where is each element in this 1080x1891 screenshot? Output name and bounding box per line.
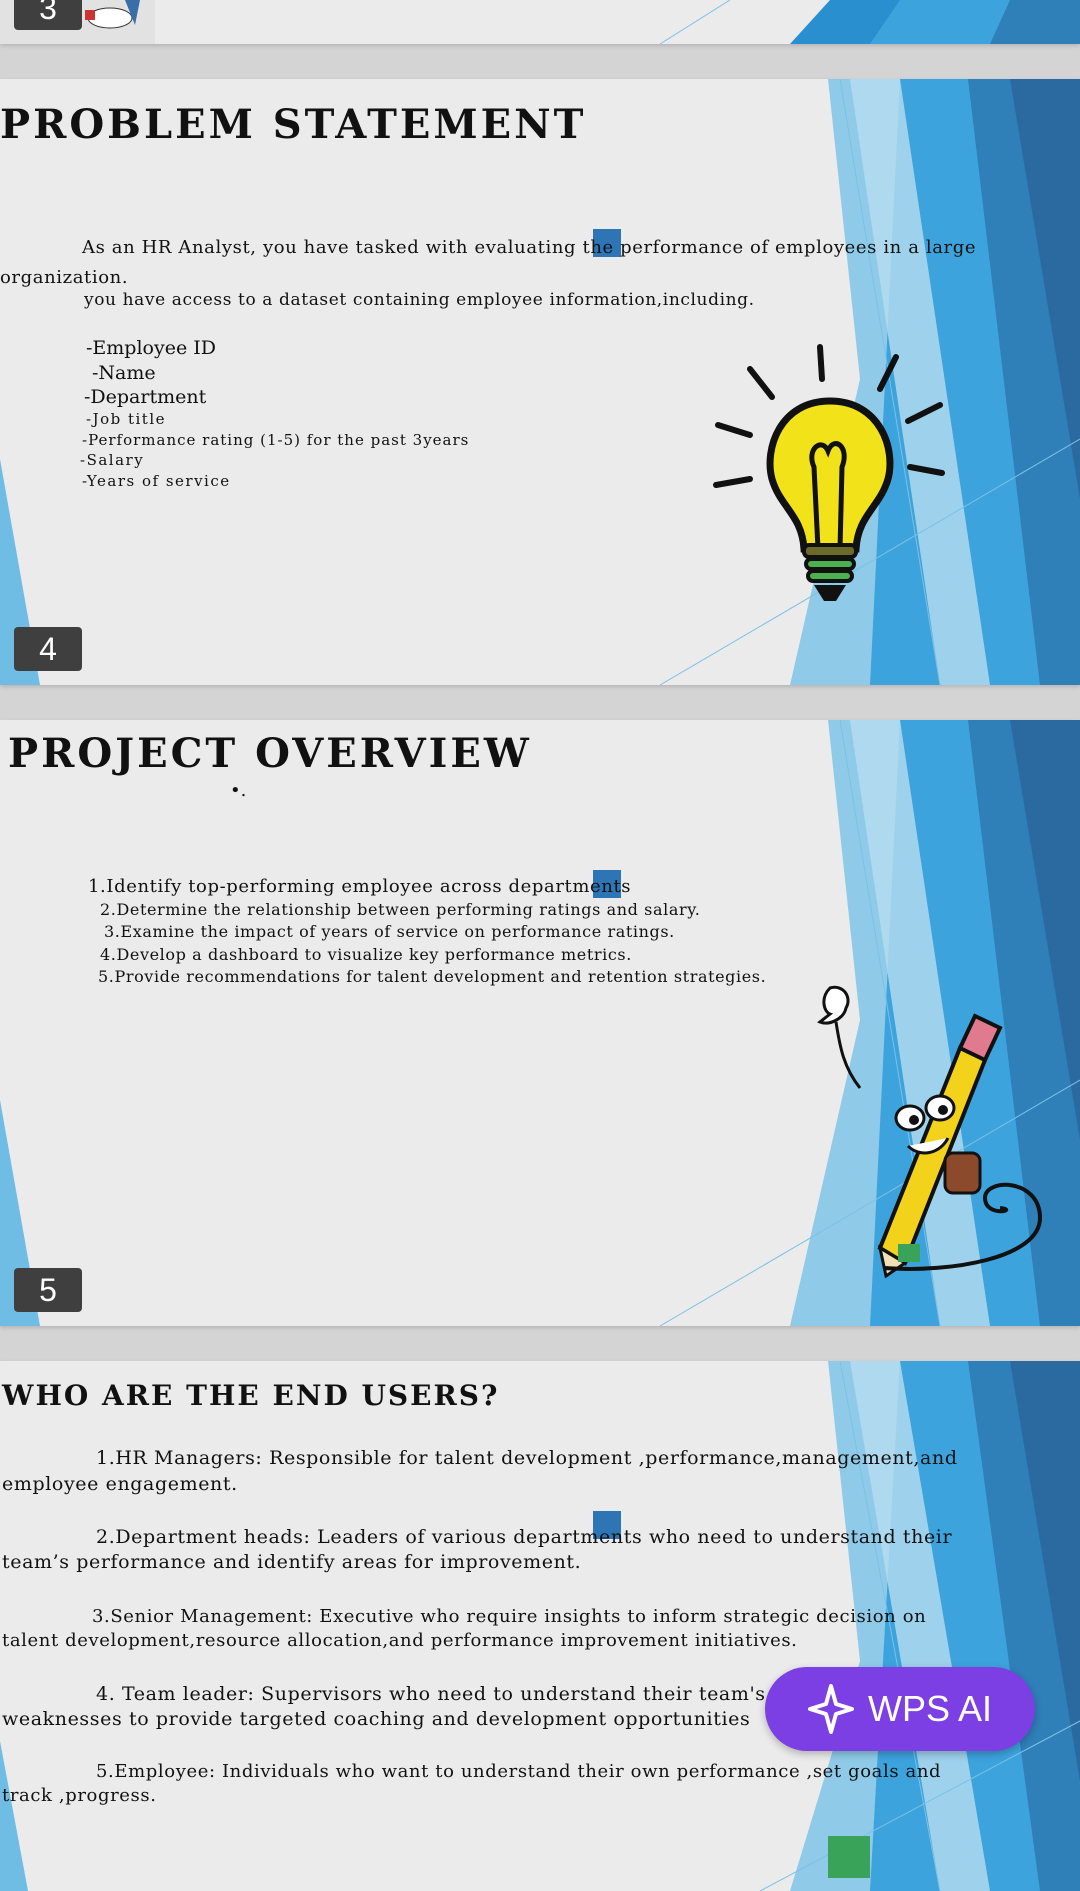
list-item: talent development,resource allocation,a… bbox=[2, 1630, 798, 1651]
list-item: employee engagement. bbox=[2, 1473, 238, 1495]
slide-number-badge: 4 bbox=[14, 627, 82, 671]
list-item: -Years of service bbox=[82, 472, 231, 490]
slide-title: PROBLEM STATEMENT bbox=[0, 101, 587, 148]
list-item: 1.Identify top-performing employee acros… bbox=[88, 876, 632, 897]
slide-title: PROJECT OVERVIEW bbox=[8, 730, 532, 777]
list-item: 3.Examine the impact of years of service… bbox=[104, 922, 675, 941]
slide-3-background-decoration bbox=[0, 0, 1080, 44]
slide-5[interactable]: PROJECT OVERVIEW •. 1.Identify top-perfo… bbox=[0, 720, 1080, 1326]
list-item: -Name bbox=[92, 362, 156, 384]
bullet-marker: •. bbox=[230, 780, 247, 801]
list-item: 5.Provide recommendations for talent dev… bbox=[98, 967, 767, 986]
body-text-line: you have access to a dataset containing … bbox=[84, 290, 755, 310]
slide-number-badge: 5 bbox=[14, 1268, 82, 1312]
slide-3[interactable]: 3 bbox=[0, 0, 1080, 44]
slide-title: WHO ARE THE END USERS? bbox=[2, 1379, 500, 1412]
wps-ai-label: WPS AI bbox=[867, 1688, 993, 1729]
slide-number-badge: 3 bbox=[14, 0, 82, 30]
list-item: 4.Develop a dashboard to visualize key p… bbox=[100, 945, 632, 964]
sparkle-icon bbox=[807, 1684, 854, 1734]
list-item: team’s performance and identify areas fo… bbox=[2, 1551, 582, 1573]
list-item: 3.Senior Management: Executive who requi… bbox=[92, 1606, 927, 1627]
slide-6[interactable]: WHO ARE THE END USERS? 1.HR Managers: Re… bbox=[0, 1361, 1080, 1891]
body-text-line: As an HR Analyst, you have tasked with e… bbox=[82, 237, 977, 258]
list-item: -Employee ID bbox=[86, 337, 216, 359]
list-item: 5.Employee: Individuals who want to unde… bbox=[96, 1761, 942, 1782]
light-bulb-icon bbox=[713, 344, 945, 601]
body-text-line: organization. bbox=[0, 267, 129, 288]
list-item: -Job title bbox=[86, 410, 167, 428]
list-item: weaknesses to provide targeted coaching … bbox=[2, 1708, 751, 1730]
wps-ai-button[interactable]: WPS AI bbox=[765, 1667, 1035, 1751]
cartoon-thumbnail-icon bbox=[85, 0, 140, 29]
slide-4[interactable]: PROBLEM STATEMENT As an HR Analyst, you … bbox=[0, 79, 1080, 685]
list-item: 2.Determine the relationship between per… bbox=[100, 900, 701, 919]
list-item: -Performance rating (1-5) for the past 3… bbox=[82, 431, 470, 449]
list-item: -Salary bbox=[80, 451, 145, 469]
pencil-mascot-icon bbox=[817, 985, 1043, 1278]
list-item: 2.Department heads: Leaders of various d… bbox=[96, 1526, 953, 1548]
list-item: -Department bbox=[84, 386, 207, 408]
list-item: 1.HR Managers: Responsible for talent de… bbox=[96, 1447, 958, 1469]
list-item: track ,progress. bbox=[2, 1785, 157, 1806]
